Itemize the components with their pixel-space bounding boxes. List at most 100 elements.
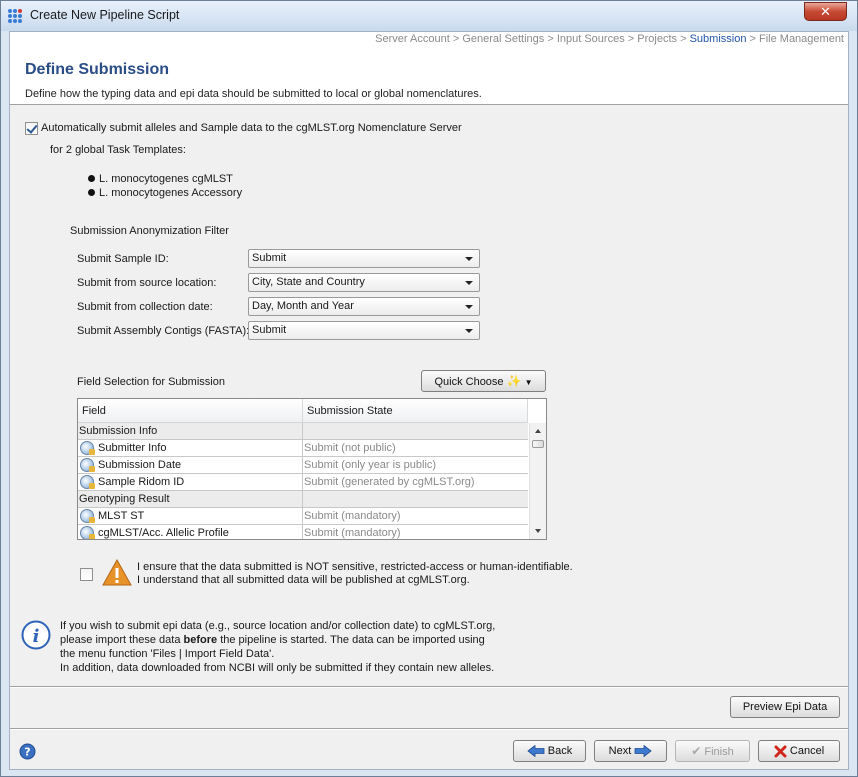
field-label: Submission Date	[98, 459, 182, 471]
info-text: the pipeline is started. The data can be…	[217, 634, 485, 646]
help-icon[interactable]: ?	[19, 743, 36, 760]
field-label: cgMLST/Acc. Allelic Profile	[98, 527, 229, 539]
table-row[interactable]: Submitter Info Submit (not public)	[78, 440, 528, 457]
separator	[10, 728, 848, 730]
template-label: L. monocytogenes cgMLST	[99, 173, 233, 185]
info-line-3: the menu function 'Files | Import Field …	[60, 648, 275, 660]
app-icon	[8, 9, 24, 23]
auto-submit-checkbox[interactable]	[25, 122, 38, 135]
back-button[interactable]: Back	[513, 740, 586, 762]
finish-button[interactable]: ✔ Finish	[675, 740, 750, 762]
table-header: Field Submission State	[78, 399, 528, 423]
cell-state: Submit (mandatory)	[304, 527, 401, 539]
breadcrumb-file-management: File Management	[759, 33, 844, 45]
breadcrumb-separator: >	[627, 33, 635, 45]
dropdown-arrow-icon	[465, 281, 473, 285]
cell-state: Submit (mandatory)	[304, 510, 401, 522]
select-value: Submit	[252, 324, 287, 336]
quick-choose-label: Quick Choose	[434, 376, 504, 388]
submit-sample-id-select[interactable]: Submit	[248, 249, 480, 268]
table-row[interactable]: Sample Ridom ID Submit (generated by cgM…	[78, 474, 528, 491]
cell-field: MLST ST	[78, 508, 303, 525]
breadcrumb-general-settings: General Settings	[462, 33, 545, 45]
breadcrumb-separator: >	[680, 33, 687, 45]
cancel-x-icon	[774, 745, 787, 758]
cell-field: cgMLST/Acc. Allelic Profile	[78, 525, 303, 539]
field-icon	[80, 441, 95, 455]
info-icon: i	[21, 620, 51, 650]
cell-state	[303, 491, 528, 508]
submit-collection-date-select[interactable]: Day, Month and Year	[248, 297, 480, 316]
template-label: L. monocytogenes Accessory	[99, 187, 243, 199]
breadcrumb-input-sources: Input Sources	[556, 33, 625, 45]
arrow-left-icon	[527, 744, 545, 758]
submit-collection-date-label: Submit from collection date:	[77, 301, 213, 313]
table-row[interactable]: MLST ST Submit (mandatory)	[78, 508, 528, 525]
select-value: Submit	[252, 252, 287, 264]
next-button[interactable]: Next	[594, 740, 667, 762]
info-line-4: In addition, data downloaded from NCBI w…	[60, 662, 495, 674]
template-item: L. monocytogenes Accessory	[88, 187, 242, 199]
select-value: City, State and Country	[252, 276, 365, 288]
breadcrumb-server-account: Server Account	[375, 33, 450, 45]
table-row[interactable]: Submission Date Submit (only year is pub…	[78, 457, 528, 474]
cell-state	[303, 423, 528, 440]
template-item: L. monocytogenes cgMLST	[88, 173, 233, 185]
submit-source-location-label: Submit from source location:	[77, 277, 217, 289]
separator	[10, 686, 848, 688]
svg-text:i: i	[33, 626, 40, 647]
table-row[interactable]: cgMLST/Acc. Allelic Profile Submit (mand…	[78, 525, 528, 539]
cell-field: Submitter Info	[78, 440, 303, 457]
quick-choose-button[interactable]: Quick Choose ✨ ▼	[421, 370, 546, 392]
dropdown-arrow-icon	[465, 257, 473, 261]
scroll-up-icon[interactable]	[535, 429, 541, 433]
svg-text:?: ?	[24, 746, 30, 759]
consent-checkbox[interactable]	[80, 568, 93, 581]
table-group-row[interactable]: Genotyping Result	[78, 491, 528, 508]
column-header-field[interactable]: Field	[78, 399, 303, 423]
bullet-icon	[88, 174, 95, 182]
arrow-right-icon	[634, 744, 652, 758]
field-selection-table[interactable]: Field Submission State Submission Info S…	[77, 398, 547, 540]
field-label: MLST ST	[98, 510, 145, 522]
finish-label: Finish	[704, 746, 734, 758]
cell-state: Submit (not public)	[304, 442, 396, 454]
cell-state: Submit (only year is public)	[304, 459, 437, 471]
bullet-icon	[88, 188, 95, 196]
info-text: please import these data	[60, 634, 184, 646]
close-button[interactable]: ✕	[804, 2, 847, 21]
field-icon	[80, 526, 95, 539]
title-bar: Create New Pipeline Script ✕	[1, 1, 857, 31]
field-icon	[80, 509, 95, 523]
column-header-submission-state[interactable]: Submission State	[303, 399, 528, 423]
dropdown-arrow-icon	[465, 329, 473, 333]
templates-heading: for 2 global Task Templates:	[50, 144, 186, 156]
next-label: Next	[608, 745, 632, 757]
auto-submit-label: Automatically submit alleles and Sample …	[41, 122, 462, 134]
table-scrollbar[interactable]	[529, 423, 546, 539]
field-icon	[80, 475, 95, 489]
field-selection-heading: Field Selection for Submission	[77, 376, 225, 388]
cell-field: Sample Ridom ID	[78, 474, 303, 491]
cancel-button[interactable]: Cancel	[758, 740, 840, 762]
submit-assembly-contigs-label: Submit Assembly Contigs (FASTA):	[77, 325, 250, 337]
table-group-row[interactable]: Submission Info	[78, 423, 528, 440]
info-line-1: If you wish to submit epi data (e.g., so…	[60, 620, 496, 632]
anonymization-heading: Submission Anonymization Filter	[70, 225, 229, 237]
field-icon	[80, 458, 95, 472]
info-bold-text: before	[183, 634, 218, 646]
preview-epi-data-button[interactable]: Preview Epi Data	[730, 696, 840, 718]
scroll-down-icon[interactable]	[535, 529, 541, 533]
breadcrumb-separator: >	[547, 33, 554, 45]
breadcrumb-separator: >	[452, 33, 460, 45]
scroll-thumb[interactable]	[532, 440, 544, 448]
submit-assembly-contigs-select[interactable]: Submit	[248, 321, 480, 340]
breadcrumb-submission: Submission	[689, 33, 747, 45]
field-label: Submitter Info	[98, 442, 167, 454]
consent-line-2: I understand that all submitted data wil…	[137, 574, 470, 586]
group-label: Genotyping Result	[78, 491, 303, 508]
breadcrumb: Server Account > General Settings > Inpu…	[375, 33, 844, 45]
consent-line-1: I ensure that the data submitted is NOT …	[137, 561, 573, 573]
header-panel: Server Account > General Settings > Inpu…	[10, 32, 848, 105]
submit-source-location-select[interactable]: City, State and Country	[248, 273, 480, 292]
